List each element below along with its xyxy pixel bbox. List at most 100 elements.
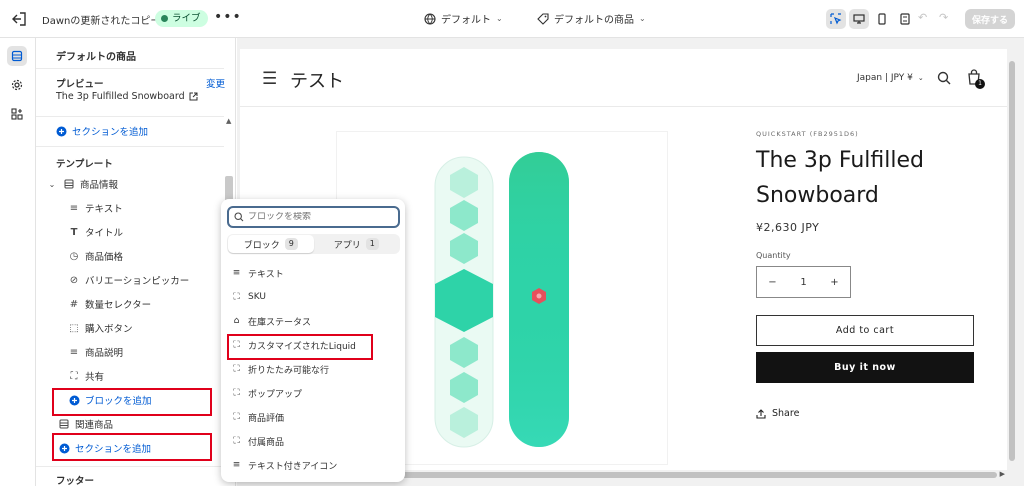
header-divider <box>240 106 1007 107</box>
block-item[interactable]: ⬚ 購入ボタン <box>36 317 224 339</box>
template-label: テンプレート <box>56 159 113 170</box>
block-item[interactable]: # 数量セレクター <box>36 293 224 315</box>
share-button[interactable]: Share <box>756 408 799 419</box>
app-embeds-icon[interactable] <box>7 104 27 124</box>
top-bar: Dawnの更新されたコピー ライブ ••• デフォルト ⌄ デフォルトの商品 ⌄… <box>0 0 1024 38</box>
block-item[interactable]: ≡ テキスト <box>36 197 224 219</box>
popover-block-item[interactable]: ≡ テキスト付きアイコン <box>231 455 338 475</box>
popover-block-item[interactable]: ⛶ SKU <box>231 287 266 307</box>
divider <box>36 68 224 69</box>
undo-icon[interactable]: ↶ <box>918 11 927 24</box>
template-selector-label: デフォルト <box>441 15 491 26</box>
more-actions-button[interactable]: ••• <box>214 9 242 25</box>
add-section-label: セクションを追加 <box>72 127 149 138</box>
section-related-products[interactable]: 関連商品 <box>36 413 224 435</box>
popover-block-item[interactable]: ≡ テキスト <box>231 263 284 283</box>
block-label: テキスト <box>85 204 123 215</box>
popover-block-label: 付属商品 <box>248 437 285 448</box>
save-button[interactable]: 保存する <box>965 9 1015 29</box>
divider <box>36 466 224 467</box>
inspector-icon[interactable] <box>826 9 846 29</box>
popover-block-item[interactable]: ⛶ 商品評価 <box>231 407 284 427</box>
tab-apps-label: アプリ <box>333 240 361 251</box>
menu-icon[interactable]: ☰ <box>262 69 277 89</box>
desktop-icon[interactable] <box>849 9 869 29</box>
chevron-down-icon: ⌄ <box>496 14 503 23</box>
section-product-info[interactable]: ⌄ 商品情報 <box>36 173 224 195</box>
quantity-value[interactable]: 1 <box>791 277 816 288</box>
block-label: タイトル <box>85 228 124 239</box>
buy-now-button[interactable]: Buy it now <box>756 352 974 383</box>
block-label: 数量セレクター <box>85 300 152 311</box>
product-selector[interactable]: デフォルトの商品 ⌄ <box>537 11 646 26</box>
tab-blocks[interactable]: ブロック 9 <box>228 235 314 253</box>
popover-block-label: 商品評価 <box>248 413 285 424</box>
search-icon <box>234 212 244 222</box>
mobile-icon[interactable] <box>872 9 892 29</box>
theme-settings-icon[interactable] <box>7 75 27 95</box>
tab-blocks-count: 9 <box>284 238 298 250</box>
popover-block-label: 折りたたみ可能な行 <box>248 365 330 376</box>
plus-circle-icon <box>56 126 67 136</box>
block-search-input[interactable] <box>248 212 388 222</box>
change-preview-link[interactable]: 変更 <box>206 76 225 90</box>
scrollbar-thumb[interactable] <box>1009 61 1015 461</box>
chevron-down-icon: ⌄ <box>48 179 56 189</box>
sections-icon[interactable] <box>7 46 27 66</box>
block-item[interactable]: T タイトル <box>36 221 224 243</box>
block-label: 購入ボタン <box>85 324 133 335</box>
popover-tabs: ブロック 9 アプリ 1 <box>227 234 400 254</box>
increase-quantity-button[interactable]: + <box>822 277 847 288</box>
locale-selector[interactable]: Japan | JPY ¥ ⌄ <box>857 73 924 83</box>
cart-count-badge: 1 <box>975 79 985 89</box>
popover-block-item[interactable]: ⛶ 付属商品 <box>231 431 284 451</box>
popover-block-item[interactable]: ⛶ ポップアップ <box>231 383 302 403</box>
price-icon: ◷ <box>69 250 79 262</box>
add-to-cart-button[interactable]: Add to cart <box>756 315 974 346</box>
block-item[interactable]: ◷ 商品価格 <box>36 245 224 267</box>
block-item[interactable]: ⊘ バリエーションピッカー <box>36 269 224 291</box>
scroll-up-icon[interactable]: ▲ <box>226 117 231 125</box>
exit-icon[interactable] <box>10 10 28 28</box>
locale-label: Japan | JPY ¥ <box>857 73 913 83</box>
popover-block-item[interactable]: ⛶ 折りたたみ可能な行 <box>231 359 329 379</box>
quantity-stepper[interactable]: − 1 + <box>756 266 851 298</box>
share-icon <box>756 408 766 419</box>
search-icon[interactable] <box>937 71 951 88</box>
variant-picker-icon: ⊘ <box>69 274 79 286</box>
store-brand[interactable]: テスト <box>290 67 344 93</box>
block-label: バリエーションピッカー <box>85 276 190 287</box>
decrease-quantity-button[interactable]: − <box>760 277 785 288</box>
fullscreen-icon[interactable] <box>895 9 915 29</box>
preview-label: プレビュー <box>56 79 104 90</box>
theme-name[interactable]: Dawnの更新されたコピー <box>42 12 160 27</box>
section-related-products-label: 関連商品 <box>75 420 114 431</box>
redo-icon[interactable]: ↷ <box>939 11 948 24</box>
popover-block-label: 在庫ステータス <box>248 317 312 328</box>
inventory-icon: ⌂ <box>233 316 240 326</box>
tab-apps-count: 1 <box>365 238 379 250</box>
divider <box>36 146 224 147</box>
block-item[interactable]: ⛶ 共有 <box>36 365 224 387</box>
preview-vertical-scrollbar[interactable] <box>1007 49 1017 473</box>
text-icon: ≡ <box>232 268 241 278</box>
section-icon <box>58 418 70 430</box>
tab-apps[interactable]: アプリ 1 <box>314 235 400 253</box>
preview-product[interactable]: The 3p Fulfilled Snowboard <box>56 91 198 102</box>
add-section-button[interactable]: セクションを追加 <box>56 124 148 138</box>
share-label: Share <box>772 408 800 419</box>
block-frame-icon: ⛶ <box>233 436 240 446</box>
block-frame-icon: ⛶ <box>233 388 240 398</box>
description-icon: ≡ <box>69 346 79 358</box>
product-selector-label: デフォルトの商品 <box>554 15 634 26</box>
footer-section-label[interactable]: フッター <box>56 473 94 486</box>
block-search-field[interactable] <box>227 206 400 228</box>
scroll-right-icon[interactable]: ▶ <box>1000 470 1005 478</box>
block-item[interactable]: ≡ 商品説明 <box>36 341 224 363</box>
chevron-down-icon: ⌄ <box>917 74 924 82</box>
popover-block-label: ポップアップ <box>248 389 303 400</box>
live-label: ライブ <box>172 13 201 24</box>
quantity-label: Quantity <box>756 251 791 260</box>
template-selector[interactable]: デフォルト ⌄ <box>424 11 503 26</box>
popover-block-item[interactable]: ⌂ 在庫ステータス <box>231 311 311 331</box>
